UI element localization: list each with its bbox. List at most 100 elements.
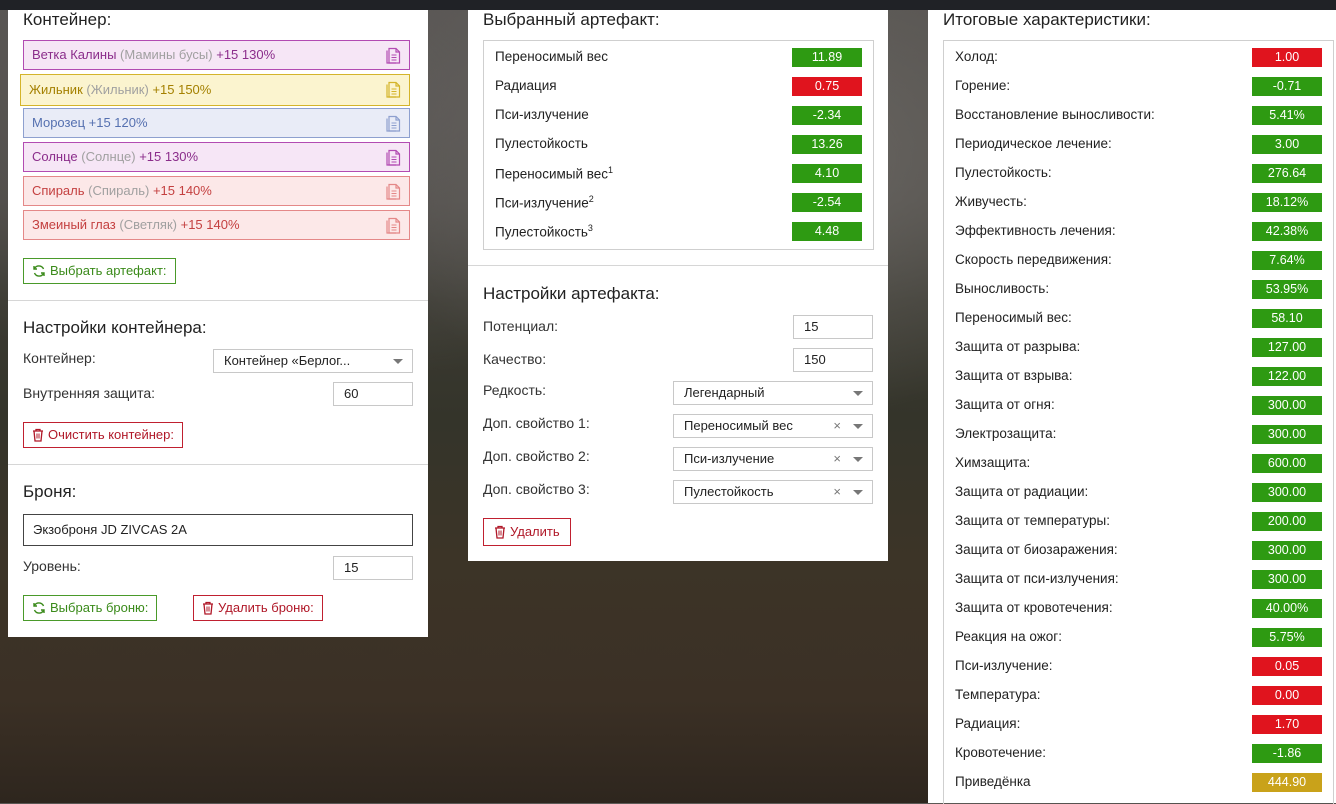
total-stat-row: Защита от пси-излучения: 300.00 — [944, 566, 1333, 595]
inner-protection-input[interactable]: 60 — [333, 382, 413, 406]
container-label: Контейнер: — [23, 350, 96, 366]
stat-value: -2.34 — [792, 106, 862, 125]
clear-icon[interactable]: × — [833, 448, 841, 470]
total-stat-value: -0.71 — [1252, 77, 1322, 96]
rarity-label: Редкость: — [483, 382, 547, 398]
clear-icon[interactable]: × — [833, 415, 841, 437]
clear-container-label: Очистить контейнер: — [48, 427, 174, 442]
total-stat-value: 1.70 — [1252, 715, 1322, 734]
chevron-down-icon — [853, 391, 863, 396]
total-stat-row: Температура: 0.00 — [944, 682, 1333, 711]
armor-level-input[interactable]: 15 — [333, 556, 413, 580]
total-stat-name: Переносимый вес: — [955, 310, 1072, 325]
selected-artifact-title: Выбранный артефакт: — [483, 10, 660, 29]
total-stat-value: 58.10 — [1252, 309, 1322, 328]
total-stat-value: 122.00 — [1252, 367, 1322, 386]
potential-input[interactable]: 15 — [793, 315, 873, 339]
total-stat-value: 0.05 — [1252, 657, 1322, 676]
stat-index: 1 — [608, 165, 614, 175]
extra-property-3-select[interactable]: Пулестойкость × — [673, 480, 873, 504]
potential-label: Потенциал: — [483, 318, 558, 334]
select-artifact-button[interactable]: Выбрать артефакт: — [23, 258, 176, 284]
artifact-bonus: +15 130% — [216, 47, 276, 62]
divider — [8, 464, 428, 465]
armor-name-field[interactable]: Экзоброня JD ZIVCAS 2A — [23, 514, 413, 546]
clear-icon[interactable]: × — [833, 481, 841, 503]
artifact-alias: (Мамины бусы) — [120, 47, 213, 62]
total-stat-value: 444.90 — [1252, 773, 1322, 792]
total-stat-row: Защита от радиации: 300.00 — [944, 479, 1333, 508]
total-stat-name: Защита от температуры: — [955, 513, 1110, 528]
total-stat-value: 300.00 — [1252, 541, 1322, 560]
extra-property-3-value: Пулестойкость — [684, 484, 774, 499]
stat-row: Пси-излучение -2.34 — [484, 102, 873, 131]
artifact-name: Морозец — [32, 115, 86, 130]
totals-title: Итоговые характеристики: — [943, 10, 1151, 29]
total-stat-row: Защита от огня: 300.00 — [944, 392, 1333, 421]
extra-property-1-select[interactable]: Переносимый вес × — [673, 414, 873, 438]
total-stat-name: Выносливость: — [955, 281, 1050, 296]
total-stat-name: Пулестойкость: — [955, 165, 1052, 180]
stat-index: 2 — [588, 194, 594, 204]
total-stat-value: 276.64 — [1252, 164, 1322, 183]
total-stat-name: Защита от пси-излучения: — [955, 571, 1119, 586]
stat-row: Пулестойкость 13.26 — [484, 131, 873, 160]
extra-property-2-select[interactable]: Пси-излучение × — [673, 447, 873, 471]
stat-name: Переносимый вес — [495, 49, 609, 64]
total-stat-row: Защита от температуры: 200.00 — [944, 508, 1333, 537]
artifact-item[interactable]: Спираль (Спираль) +15 140% — [23, 176, 410, 206]
armor-title: Броня: — [23, 482, 77, 501]
divider — [468, 265, 888, 266]
copy-icon[interactable] — [384, 113, 402, 133]
delete-armor-label: Удалить броню: — [218, 600, 314, 615]
total-stat-row: Приведёнка 444.90 — [944, 769, 1333, 798]
container-select[interactable]: Контейнер «Берлог... — [213, 349, 413, 373]
copy-icon[interactable] — [384, 181, 402, 201]
totals-panel: Итоговые характеристики: Холод: 1.00 Горен… — [928, 10, 1336, 804]
top-bar — [0, 0, 1336, 10]
stat-value: -2.54 — [792, 193, 862, 212]
quality-input[interactable]: 150 — [793, 348, 873, 372]
rarity-select-value: Легендарный — [684, 385, 765, 400]
rarity-select[interactable]: Легендарный — [673, 381, 873, 405]
delete-artifact-button[interactable]: Удалить — [483, 518, 571, 546]
extra-property-3-label: Доп. свойство 3: — [483, 481, 590, 497]
totals-stats: Холод: 1.00 Горение: -0.71 Восстановление вы… — [943, 40, 1334, 804]
total-stat-row: Периодическое лечение: 3.00 — [944, 131, 1333, 160]
stat-row: Радиация 0.75 — [484, 73, 873, 102]
artifact-item[interactable]: Жильник (Жильник) +15 150% — [20, 74, 410, 106]
artifact-item[interactable]: Ветка Калины (Мамины бусы) +15 130% — [23, 40, 410, 70]
stat-value: 4.48 — [792, 222, 862, 241]
total-stat-name: Защита от биозаражения: — [955, 542, 1118, 557]
artifact-item[interactable]: Морозец +15 120% — [23, 108, 410, 138]
total-stat-row: Защита от взрыва: 122.00 — [944, 363, 1333, 392]
extra-property-1-value: Переносимый вес — [684, 418, 793, 433]
total-stat-row: Пси-излучение: 0.05 — [944, 653, 1333, 682]
select-armor-label: Выбрать броню: — [50, 600, 149, 615]
total-stat-row: Выносливость: 53.95% — [944, 276, 1333, 305]
stat-row: Переносимый вес 11.89 — [484, 44, 873, 73]
copy-icon[interactable] — [384, 215, 402, 235]
delete-armor-button[interactable]: Удалить броню: — [193, 595, 323, 621]
select-artifact-label: Выбрать артефакт: — [50, 263, 167, 278]
armor-level-label: Уровень: — [23, 558, 81, 574]
copy-icon[interactable] — [384, 147, 402, 167]
total-stat-name: Кровотечение: — [955, 745, 1046, 760]
container-settings-title: Настройки контейнера: — [23, 318, 207, 337]
total-stat-row: Восстановление выносливости: 5.41% — [944, 102, 1333, 131]
stat-name: Радиация — [495, 78, 557, 93]
select-armor-button[interactable]: Выбрать броню: — [23, 595, 158, 621]
total-stat-name: Живучесть: — [955, 194, 1027, 209]
copy-icon[interactable] — [384, 45, 402, 65]
total-stat-name: Горение: — [955, 78, 1011, 93]
total-stat-name: Защита от огня: — [955, 397, 1055, 412]
artifact-settings-title: Настройки артефакта: — [483, 284, 660, 303]
artifact-item[interactable]: Змеиный глаз (Светляк) +15 140% — [23, 210, 410, 240]
container-panel: Контейнер: Ветка Калины (Мамины бусы) +1… — [8, 10, 428, 637]
artifact-item[interactable]: Солнце (Солнце) +15 130% — [23, 142, 410, 172]
copy-icon[interactable] — [384, 79, 402, 99]
total-stat-name: Химзащита: — [955, 455, 1031, 470]
artifact-bonus: +15 130% — [139, 149, 199, 164]
total-stat-value: 5.41% — [1252, 106, 1322, 125]
clear-container-button[interactable]: Очистить контейнер: — [23, 422, 183, 448]
